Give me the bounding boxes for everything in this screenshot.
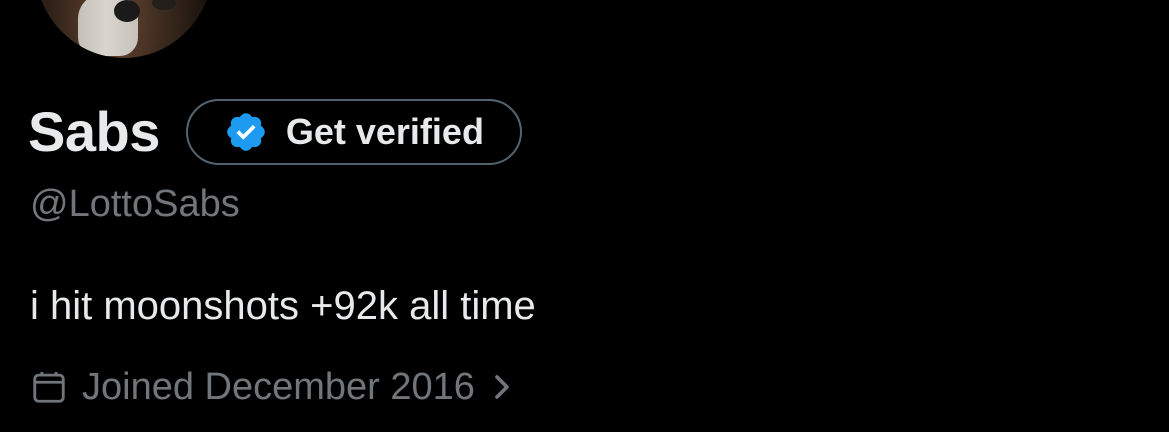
display-name: Sabs [28, 100, 160, 163]
avatar-shade [34, 0, 214, 58]
calendar-icon [33, 371, 65, 403]
get-verified-button[interactable]: Get verified [185, 99, 522, 165]
joined-date-text: Joined December 2016 [82, 365, 475, 408]
joined-date-row[interactable]: Joined December 2016 [30, 364, 513, 410]
get-verified-label: Get verified [285, 111, 484, 152]
profile-handle: @LottoSabs [30, 183, 240, 225]
profile-avatar[interactable] [34, 0, 214, 58]
chevron-right-icon [495, 375, 509, 399]
profile-bio: i hit moonshots +92k all time [30, 284, 536, 328]
profile-name-row: Sabs Get verified [28, 96, 522, 168]
verified-badge-icon [227, 113, 265, 151]
